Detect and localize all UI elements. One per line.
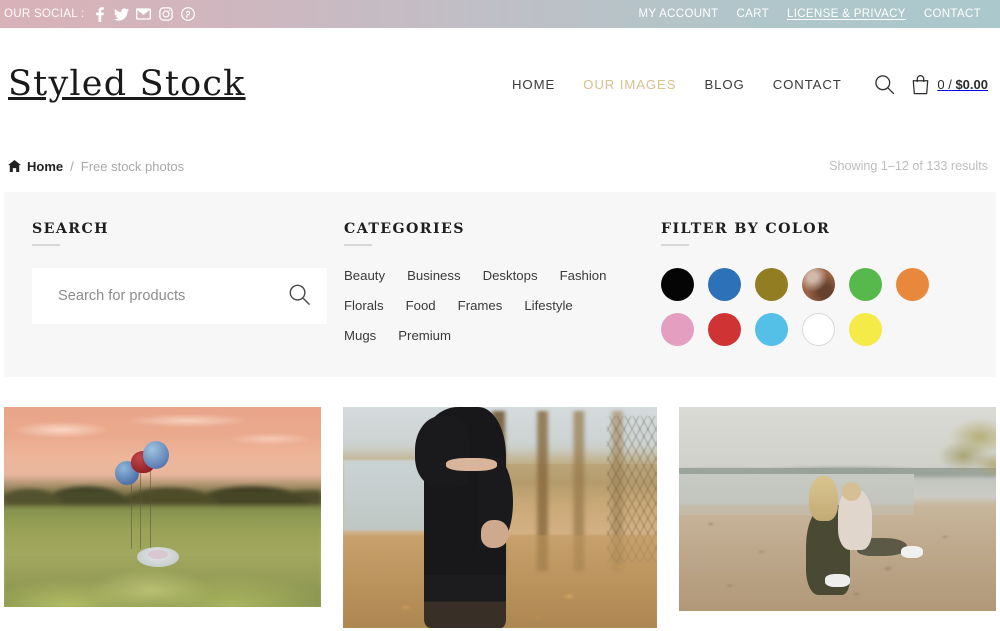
product-card-pregnant-woman-autumn-park[interactable] bbox=[342, 407, 658, 628]
search-heading: SEARCH bbox=[32, 221, 109, 237]
nav-item-home[interactable]: HOME bbox=[498, 77, 569, 92]
woman-arm bbox=[415, 415, 469, 487]
color-swatch-orange[interactable] bbox=[896, 268, 929, 301]
mother-hair bbox=[809, 476, 838, 522]
breadcrumb-current: Free stock photos bbox=[80, 158, 185, 174]
cart-amount: 0 / $0.00 bbox=[937, 77, 988, 92]
sneaker bbox=[824, 574, 851, 587]
color-swatch-grid bbox=[661, 268, 941, 346]
category-beauty[interactable]: Beauty bbox=[344, 268, 385, 283]
social-label: OUR SOCIAL : bbox=[4, 8, 85, 20]
cart-count: 0 bbox=[937, 76, 945, 92]
color-swatch-light-blue[interactable] bbox=[755, 313, 788, 346]
breadcrumb-home-link[interactable]: Home bbox=[27, 159, 63, 174]
balloon-string bbox=[140, 467, 142, 549]
top-utility-bar: OUR SOCIAL : MY ACCOUNT CART LICENSE & P… bbox=[0, 0, 1000, 28]
categories-heading-rule bbox=[344, 244, 372, 246]
color-heading: FILTER BY COLOR bbox=[661, 221, 831, 237]
color-swatch-brown[interactable] bbox=[802, 268, 835, 301]
woman-midriff bbox=[446, 457, 497, 472]
cart-total: $0.00 bbox=[955, 76, 988, 92]
search-filter-column: SEARCH bbox=[4, 214, 334, 377]
color-heading-rule bbox=[661, 244, 689, 246]
baby bbox=[148, 550, 169, 559]
product-search-form bbox=[32, 268, 327, 324]
cart-separator: / bbox=[948, 76, 952, 92]
color-swatch-green[interactable] bbox=[849, 268, 882, 301]
category-list: Beauty Business Desktops Fashion Florals… bbox=[344, 268, 634, 343]
instagram-icon[interactable] bbox=[155, 4, 177, 24]
category-food[interactable]: Food bbox=[406, 298, 436, 313]
product-card-baby-with-balloons-in-field[interactable] bbox=[4, 407, 321, 607]
nav-item-contact[interactable]: CONTACT bbox=[759, 77, 856, 92]
color-swatch-black[interactable] bbox=[661, 268, 694, 301]
nav-item-blog[interactable]: BLOG bbox=[690, 77, 758, 92]
category-desktops[interactable]: Desktops bbox=[483, 268, 538, 283]
category-business[interactable]: Business bbox=[407, 268, 461, 283]
categories-heading: CATEGORIES bbox=[344, 221, 465, 237]
top-link-license-privacy[interactable]: LICENSE & PRIVACY bbox=[778, 8, 915, 20]
social-links: OUR SOCIAL : bbox=[4, 4, 199, 24]
home-icon bbox=[8, 160, 21, 172]
color-filter-column: FILTER BY COLOR bbox=[654, 214, 984, 377]
site-logo[interactable]: Styled Stock bbox=[8, 66, 246, 102]
product-grid bbox=[4, 377, 996, 628]
results-count: Showing 1–12 of 133 results bbox=[829, 159, 988, 173]
site-header: Styled Stock HOME OUR IMAGES BLOG CONTAC… bbox=[0, 28, 1000, 140]
search-input[interactable] bbox=[58, 288, 286, 304]
sneaker bbox=[900, 545, 924, 558]
pinterest-icon[interactable] bbox=[177, 4, 199, 24]
search-heading-rule bbox=[32, 244, 60, 246]
breadcrumb: Home / Free stock photos bbox=[8, 159, 184, 174]
color-swatch-blue[interactable] bbox=[708, 268, 741, 301]
header-tools: 0 / $0.00 bbox=[874, 74, 988, 95]
search-icon bbox=[288, 283, 311, 309]
cart-button[interactable]: 0 / $0.00 bbox=[911, 74, 988, 95]
breadcrumb-row: Home / Free stock photos Showing 1–12 of… bbox=[0, 140, 1000, 192]
search-submit-button[interactable] bbox=[286, 283, 313, 309]
category-fashion[interactable]: Fashion bbox=[560, 268, 607, 283]
shopping-bag-icon bbox=[911, 74, 930, 95]
product-image-mother-and-child-on-beach bbox=[679, 407, 996, 611]
breadcrumb-separator: / bbox=[70, 158, 74, 174]
color-swatch-pink[interactable] bbox=[661, 313, 694, 346]
top-link-cart[interactable]: CART bbox=[727, 8, 778, 20]
filter-panel: SEARCH CATEGORIES Beauty Business Deskto… bbox=[4, 192, 996, 377]
top-nav-links: MY ACCOUNT CART LICENSE & PRIVACY CONTAC… bbox=[629, 8, 990, 20]
facebook-icon[interactable] bbox=[89, 4, 111, 24]
color-swatch-yellow[interactable] bbox=[849, 313, 882, 346]
search-icon[interactable] bbox=[874, 74, 895, 95]
product-image-baby-with-balloons-in-field bbox=[4, 407, 321, 607]
color-swatch-white[interactable] bbox=[802, 313, 835, 346]
balloon-string bbox=[130, 475, 132, 549]
nav-item-our-images[interactable]: OUR IMAGES bbox=[569, 77, 690, 92]
shoreline-tree bbox=[900, 411, 996, 497]
color-swatch-gold[interactable] bbox=[755, 268, 788, 301]
category-lifestyle[interactable]: Lifestyle bbox=[524, 298, 572, 313]
product-card-mother-and-child-on-beach[interactable] bbox=[679, 407, 996, 611]
top-link-my-account[interactable]: MY ACCOUNT bbox=[629, 8, 727, 20]
color-swatch-red[interactable] bbox=[708, 313, 741, 346]
main-navigation: HOME OUR IMAGES BLOG CONTACT bbox=[498, 77, 856, 92]
category-florals[interactable]: Florals bbox=[344, 298, 384, 313]
category-premium[interactable]: Premium bbox=[398, 328, 451, 343]
top-link-contact[interactable]: CONTACT bbox=[915, 8, 990, 20]
email-icon[interactable] bbox=[133, 4, 155, 24]
category-mugs[interactable]: Mugs bbox=[344, 328, 376, 343]
product-image-pregnant-woman-autumn-park bbox=[342, 407, 658, 628]
twitter-icon[interactable] bbox=[111, 4, 133, 24]
categories-filter-column: CATEGORIES Beauty Business Desktops Fash… bbox=[334, 214, 654, 377]
category-frames[interactable]: Frames bbox=[458, 298, 503, 313]
